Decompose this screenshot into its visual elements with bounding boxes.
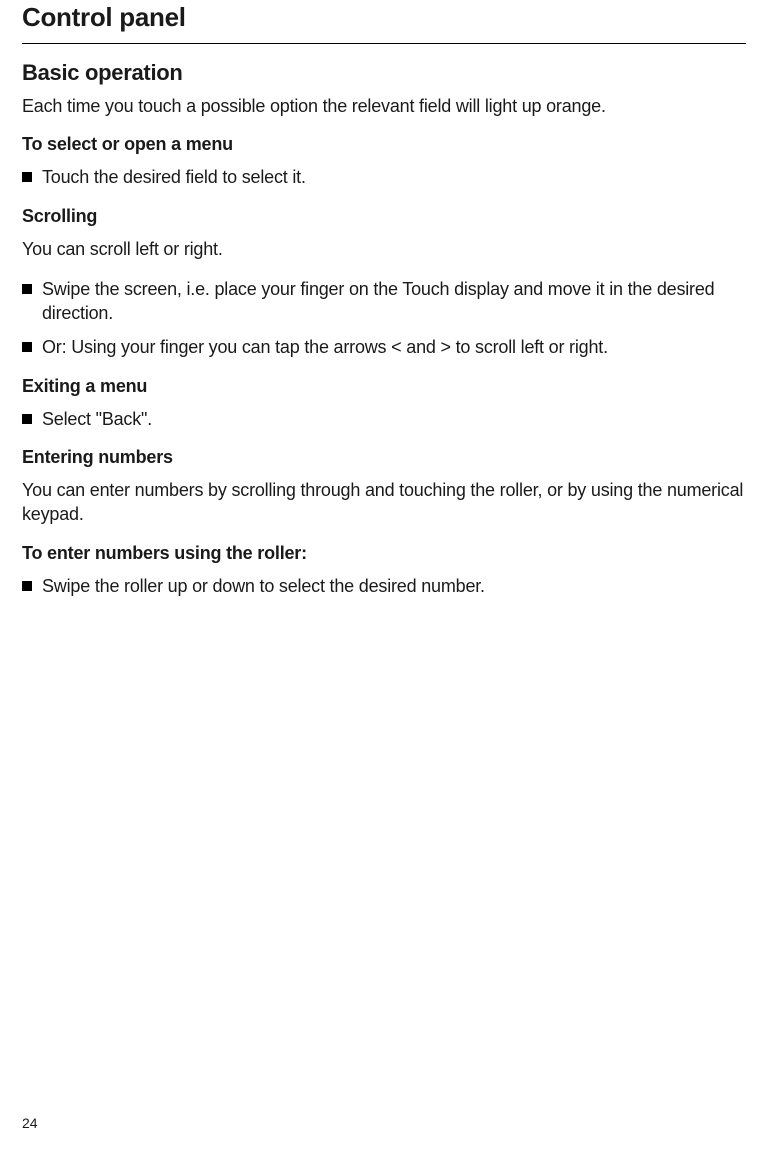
list-item: Touch the desired field to select it. xyxy=(22,165,746,189)
sub-heading-scrolling: Scrolling xyxy=(22,206,746,227)
scrolling-intro: You can scroll left or right. xyxy=(22,237,746,261)
bullet-list-scrolling: Swipe the screen, i.e. place your finger… xyxy=(22,277,746,360)
sub-heading-select-menu: To select or open a menu xyxy=(22,134,746,155)
list-item: Swipe the screen, i.e. place your finger… xyxy=(22,277,746,326)
bullet-list-select-menu: Touch the desired field to select it. xyxy=(22,165,746,189)
section-heading-basic-operation: Basic operation xyxy=(22,60,746,86)
bullet-list-exiting: Select "Back". xyxy=(22,407,746,431)
bullet-list-roller: Swipe the roller up or down to select th… xyxy=(22,574,746,598)
sub-heading-exiting: Exiting a menu xyxy=(22,376,746,397)
square-bullet-icon xyxy=(22,284,32,294)
list-item: Select "Back". xyxy=(22,407,746,431)
bullet-text: Touch the desired field to select it. xyxy=(42,165,746,189)
page-title: Control panel xyxy=(22,0,746,44)
list-item: Swipe the roller up or down to select th… xyxy=(22,574,746,598)
square-bullet-icon xyxy=(22,172,32,182)
bullet-text: Or: Using your finger you can tap the ar… xyxy=(42,335,746,359)
page-number: 24 xyxy=(22,1115,38,1131)
square-bullet-icon xyxy=(22,414,32,424)
entering-numbers-intro: You can enter numbers by scrolling throu… xyxy=(22,478,746,527)
bullet-text: Select "Back". xyxy=(42,407,746,431)
square-bullet-icon xyxy=(22,342,32,352)
sub-heading-entering-numbers: Entering numbers xyxy=(22,447,746,468)
list-item: Or: Using your finger you can tap the ar… xyxy=(22,335,746,359)
intro-text: Each time you touch a possible option th… xyxy=(22,94,746,118)
square-bullet-icon xyxy=(22,581,32,591)
sub-heading-roller: To enter numbers using the roller: xyxy=(22,543,746,564)
bullet-text: Swipe the screen, i.e. place your finger… xyxy=(42,277,746,326)
bullet-text: Swipe the roller up or down to select th… xyxy=(42,574,746,598)
